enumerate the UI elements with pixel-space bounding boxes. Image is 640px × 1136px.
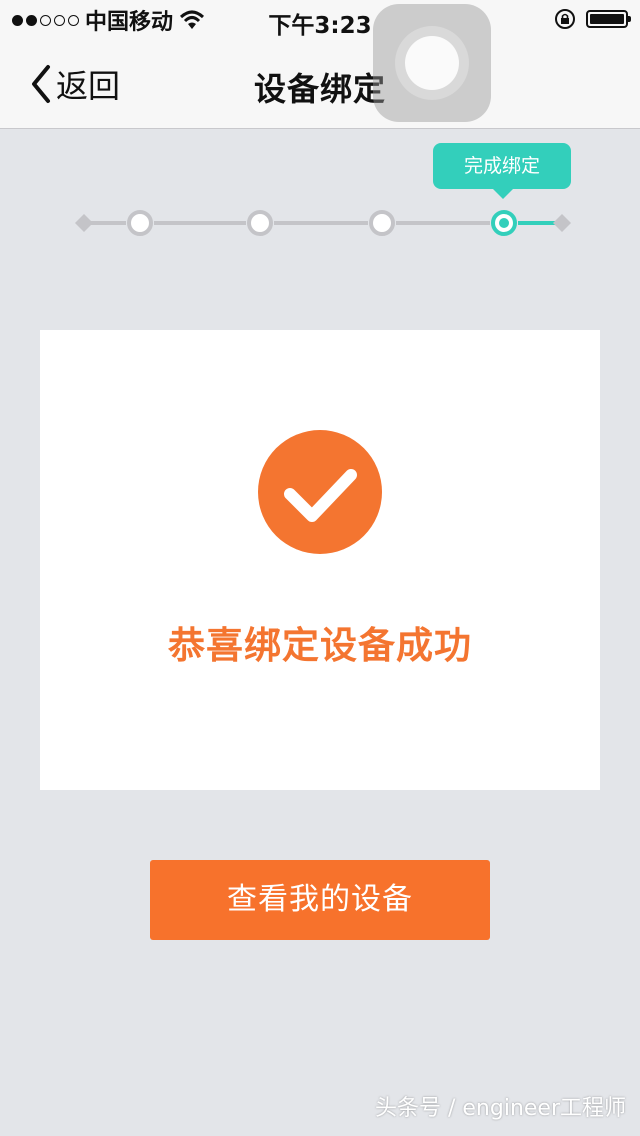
success-message: 恭喜绑定设备成功 <box>168 624 472 667</box>
navigation-bar: 返回 设备绑定 <box>0 40 640 129</box>
page-title: 设备绑定 <box>253 70 386 108</box>
watermark-text: 头条号 / engineer工程师 <box>374 1096 626 1121</box>
success-card: 恭喜绑定设备成功 <box>40 330 600 790</box>
step-node-current-dot <box>499 218 509 228</box>
step-node-2 <box>247 210 273 236</box>
assistive-touch-button[interactable] <box>373 4 491 122</box>
rotation-lock-icon <box>555 9 575 29</box>
stepper-track <box>75 210 571 236</box>
battery-icon <box>586 10 631 28</box>
checkmark-icon <box>258 430 382 554</box>
stepper-start-marker <box>75 214 93 232</box>
stepper-end-marker <box>553 214 571 232</box>
status-right <box>554 8 631 30</box>
bind-progress-stepper: 完成绑定 <box>0 128 640 258</box>
view-my-devices-button[interactable]: 查看我的设备 <box>150 860 490 940</box>
status-bar: 中国移动 下午3:23 <box>0 0 640 40</box>
step-node-3 <box>369 210 395 236</box>
battery-level <box>590 14 624 24</box>
step-node-1 <box>127 210 153 236</box>
status-time: 下午3:23 <box>268 13 372 39</box>
